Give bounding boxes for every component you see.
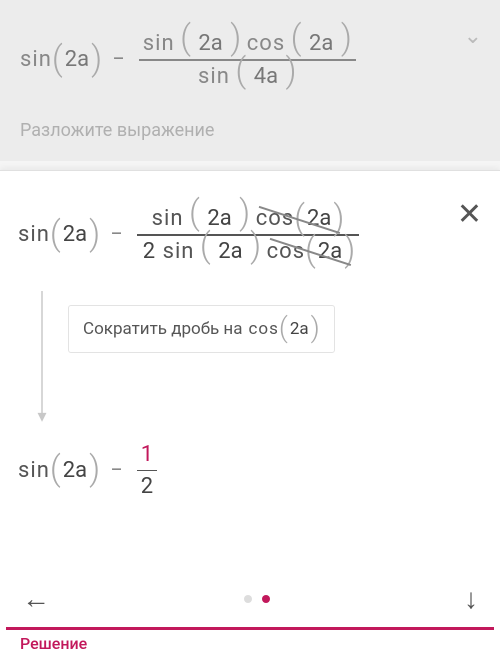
result-fraction: 1 2 <box>137 439 157 503</box>
next-button[interactable]: ↓ <box>464 582 478 615</box>
dot-1[interactable] <box>244 595 252 603</box>
result-expression: sin ( 2a ) − 1 2 <box>18 439 482 503</box>
solution-tab[interactable]: Решение <box>6 627 494 649</box>
solution-tab-label: Решение <box>20 634 87 649</box>
page-dots <box>244 595 270 603</box>
numerator: sin ( 2a ) cos ( 2a ) <box>139 28 356 59</box>
tree-arrow-icon: ▾ <box>32 291 52 421</box>
hint-box[interactable]: Сократить дробь на cos ( 2a ) <box>68 305 335 353</box>
step-expression: sin ( 2a ) − sin ( 2a ) cos ( 2a ) 2 sin <box>18 203 482 267</box>
problem-caption: Разложите выражение <box>20 120 480 141</box>
solution-sheet: ✕ sin ( 2a ) − sin ( 2a ) cos ( 2a ) 2 <box>0 170 500 649</box>
step-fraction: sin ( 2a ) cos ( 2a ) 2 sin ( 2a ) cos <box>137 203 360 267</box>
minus-op: − <box>112 47 125 72</box>
denominator: sin ( 4a ) <box>194 61 301 92</box>
problem-header: ⌄ sin ( 2a ) − sin ( 2a ) cos ( 2a ) sin… <box>0 0 500 161</box>
back-button[interactable]: ← <box>22 582 50 615</box>
close-icon[interactable]: ✕ <box>457 197 482 232</box>
fraction: sin ( 2a ) cos ( 2a ) sin ( 4a ) <box>139 28 356 92</box>
hint-text: Сократить дробь на <box>83 319 242 339</box>
chevron-down-icon[interactable]: ⌄ <box>464 24 482 49</box>
cancelled-term-den: cos ( 2a ) <box>267 239 356 264</box>
solution-tree: ▾ Сократить дробь на cos ( 2a ) <box>32 291 482 421</box>
problem-expression: sin ( 2a ) − sin ( 2a ) cos ( 2a ) sin (… <box>20 28 480 92</box>
dot-2[interactable] <box>262 595 270 603</box>
cancelled-term-num: cos ( 2a ) <box>256 206 345 231</box>
sin-func: sin <box>20 47 52 72</box>
bottom-nav: ← ↓ <box>0 582 500 615</box>
arg-2a: 2a <box>65 47 89 72</box>
